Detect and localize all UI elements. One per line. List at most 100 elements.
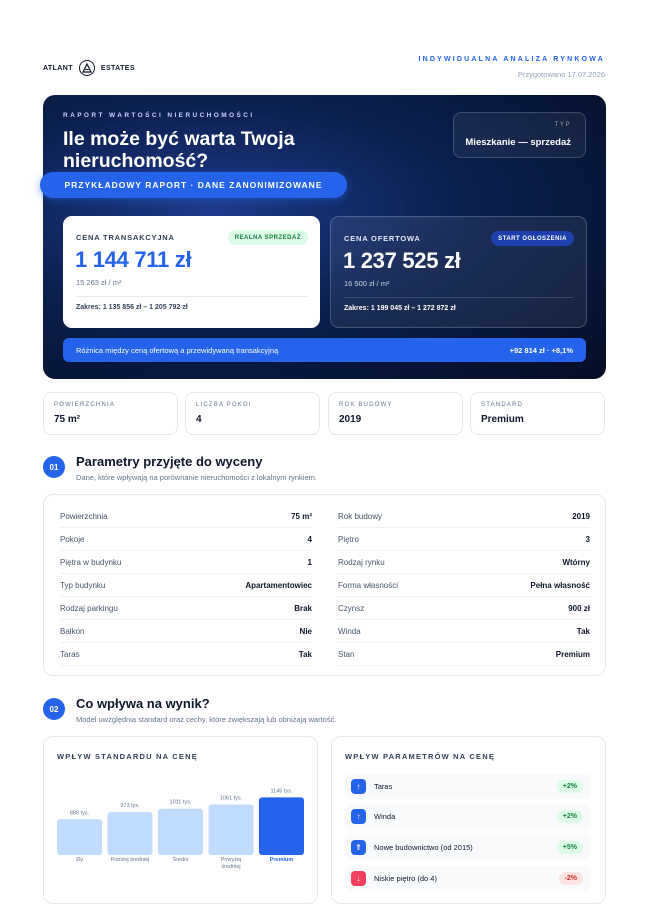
- chart-value-label: 886 tys.: [70, 810, 90, 816]
- hero-panel: RAPORT WARTOŚCI NIERUCHOMOŚCI Ile może b…: [43, 95, 606, 379]
- parameter-row: Stan Premium: [338, 643, 590, 666]
- offer-price-card: CENA OFERTOWA START OGŁOSZENIA 1 237 525…: [330, 216, 587, 328]
- hero-eyebrow: RAPORT WARTOŚCI NIERUCHOMOŚCI: [63, 112, 255, 119]
- impact-label: Nowe budownictwo (od 2015): [374, 843, 473, 852]
- price-difference-bar: Różnica między ceną ofertową a przewidyw…: [63, 338, 586, 362]
- section-subtitle: Model uwzględnia standard oraz cechy, kt…: [76, 715, 337, 724]
- section-impact-header: 02 Co wpływa na wynik? Model uwzględnia …: [43, 696, 606, 728]
- param-value: 2019: [572, 512, 590, 521]
- parameters-table: Powierzchnia 75 m² Pokoje 4 Piętra w budyn…: [43, 494, 606, 676]
- report-meta: INDYWIDUALNA ANALIZA RYNKOWA Przygotowan…: [418, 56, 605, 79]
- parameters-right-column: Rok budowy 2019 Piętro 3 Rodzaj rynku Wtórn…: [338, 505, 590, 666]
- triangle-a-icon: [78, 60, 95, 76]
- parameter-row: Forma własności Pełna własność: [338, 574, 590, 597]
- key-stats: POWIERZCHNIA 75 m² LICZBA POKOI 4 ROK BU…: [43, 392, 606, 435]
- transaction-price-value: 1 144 711 zł: [75, 247, 192, 272]
- impact-label: Winda: [374, 812, 396, 821]
- stat-value: 4: [196, 414, 202, 425]
- standard-impact-title: WPŁYW STANDARDU NA CENĘ: [57, 752, 198, 761]
- param-value: Pełna własność: [530, 581, 590, 590]
- param-key: Rok budowy: [338, 512, 383, 521]
- stat-value: Premium: [481, 414, 524, 425]
- section-number: 01: [43, 456, 65, 478]
- parameter-row: Piętra w budynku 1: [60, 551, 312, 574]
- transaction-price-card: CENA TRANSAKCYJNA REALNA SPRZEDAŻ 1 144 …: [63, 216, 320, 328]
- param-value: Tak: [576, 627, 590, 636]
- parameter-row: Taras Tak: [60, 643, 312, 666]
- parameter-row: Piętro 3: [338, 528, 590, 551]
- prepared-date: Przygotowano 17.07.2026: [517, 70, 605, 79]
- param-value: Apartamentowiec: [245, 581, 312, 590]
- transaction-price-range: Zakres: 1 135 856 zł – 1 205 792 zł: [76, 304, 188, 311]
- bar-chart-svg: 886 tys. Zły 973 tys. Poniżej średniej 1011 …: [57, 788, 304, 870]
- parameter-row: Winda Tak: [338, 620, 590, 643]
- param-key: Stan: [338, 650, 355, 659]
- impact-value: -2%: [558, 872, 583, 885]
- param-key: Typ budynku: [60, 581, 106, 590]
- impact-row-elevator: ↑ Winda +2%: [345, 804, 591, 829]
- param-key: Balkon: [60, 627, 85, 636]
- impact-label: Taras: [374, 782, 393, 791]
- impact-row-terrace: ↑ Taras +2%: [345, 774, 591, 799]
- logo-text-right: ESTATES: [100, 64, 135, 72]
- param-value: Premium: [555, 650, 590, 659]
- parameter-row: Pokoje 4: [60, 528, 312, 551]
- property-type-box: TYP Mieszkanie — sprzedaż: [453, 112, 586, 158]
- offer-price-range: Zakres: 1 199 045 zł – 1 272 872 zł: [344, 305, 456, 312]
- parameters-left-column: Powierzchnia 75 m² Pokoje 4 Piętra w budyn…: [60, 505, 312, 666]
- stat-label: STANDARD: [481, 402, 524, 408]
- param-value: 1: [307, 558, 312, 567]
- report-header: ATLANT ESTATES INDYWIDUALNA ANALIZA RYNK…: [43, 52, 605, 88]
- param-key: Pokoje: [60, 535, 85, 544]
- impact-value: +5%: [556, 841, 583, 854]
- chart-bar: [57, 819, 102, 855]
- param-key: Winda: [338, 627, 361, 636]
- chart-category-label: Premium: [270, 857, 294, 863]
- arrow-down-icon: ↓: [351, 871, 366, 886]
- arrow-up-icon: ↑: [351, 809, 366, 824]
- hero-title: Ile może być warta Twoja nieruchomość?: [63, 128, 295, 172]
- param-key: Powierzchnia: [60, 512, 108, 521]
- impact-value: +2%: [556, 810, 583, 823]
- param-value: Brak: [294, 604, 312, 613]
- offer-price-value: 1 237 525 zł: [343, 248, 461, 273]
- sample-report-banner: PRZYKŁADOWY RAPORT · DANE ZANONIMIZOWANE: [40, 172, 347, 198]
- offer-price-label: CENA OFERTOWA: [344, 234, 421, 243]
- section-title: Co wpływa na wynik?: [76, 696, 210, 711]
- param-key: Piętra w budynku: [60, 558, 122, 567]
- chart-value-label: 1061 tys.: [220, 796, 243, 802]
- impact-row-new-building: ⇑ Nowe budownictwo (od 2015) +5%: [345, 835, 591, 860]
- impact-row-low-floor: ↓ Niskie piętro (do 4) -2%: [345, 866, 591, 891]
- report-kind: INDYWIDUALNA ANALIZA RYNKOWA: [418, 56, 605, 63]
- stat-label: POWIERZCHNIA: [54, 402, 116, 408]
- offer-badge: START OGŁOSZENIA: [491, 231, 574, 246]
- stat-rooms: LICZBA POKOI 4: [185, 392, 320, 435]
- param-value: 75 m²: [291, 512, 312, 521]
- param-key: Taras: [60, 650, 80, 659]
- param-value: 900 zł: [568, 604, 590, 613]
- stat-standard: STANDARD Premium: [470, 392, 605, 435]
- param-key: Czynsz: [338, 604, 365, 613]
- chart-value-label: 973 tys.: [120, 803, 140, 809]
- stat-label: ROK BUDOWY: [339, 402, 393, 408]
- price-difference-label: Różnica między ceną ofertową a przewidyw…: [76, 346, 279, 355]
- param-value: Tak: [298, 650, 312, 659]
- chart-bar: [259, 797, 304, 855]
- stat-area: POWIERZCHNIA 75 m²: [43, 392, 178, 435]
- parameter-row: Rodzaj parkingu Brak: [60, 597, 312, 620]
- section-subtitle: Dane, które wpływają na porównanie nieru…: [76, 473, 317, 482]
- impact-value: +2%: [556, 780, 583, 793]
- section-number: 02: [43, 698, 65, 720]
- property-type-label: TYP: [554, 122, 571, 128]
- standard-impact-card: WPŁYW STANDARDU NA CENĘ 886 tys. Zły 973 t…: [43, 736, 318, 904]
- chart-bar: [208, 804, 254, 855]
- chart-bar: [158, 808, 203, 855]
- double-arrow-up-icon: ⇑: [351, 840, 366, 855]
- chart-category-label: Powyżej: [221, 857, 241, 863]
- parameters-impact-card: WPŁYW PARAMETRÓW NA CENĘ ↑ Taras +2% ↑ W…: [331, 736, 606, 904]
- chart-bar: [107, 811, 153, 855]
- impact-label: Niskie piętro (do 4): [374, 874, 437, 883]
- chart-value-label: 1145 tys.: [271, 788, 293, 794]
- property-type-value: Mieszkanie — sprzedaż: [465, 137, 571, 148]
- chart-category-label: Zły: [76, 857, 84, 863]
